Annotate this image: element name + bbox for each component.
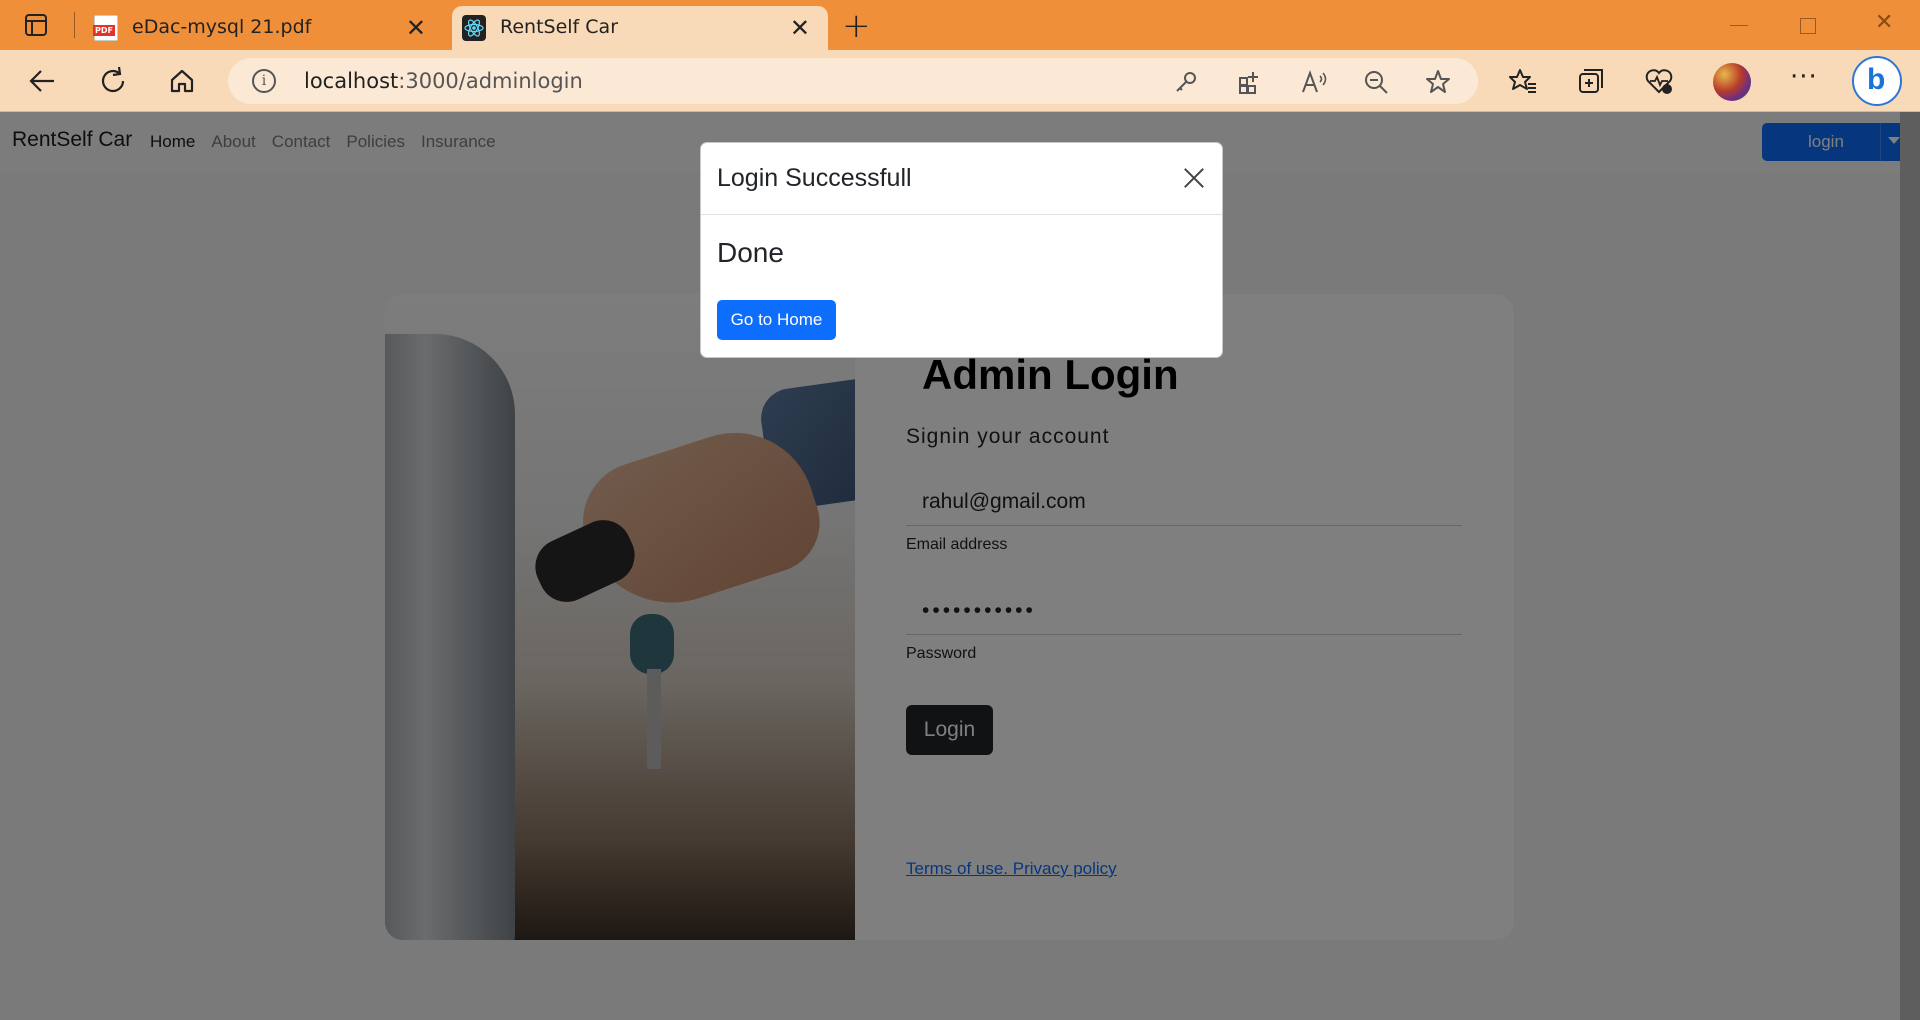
collections-icon[interactable]	[1576, 66, 1606, 96]
go-to-home-button[interactable]: Go to Home	[717, 300, 836, 340]
url-text[interactable]: localhost:3000/adminlogin	[304, 69, 583, 93]
modal-title: Login Successfull	[717, 164, 912, 192]
close-window-icon[interactable]: ✕	[1875, 10, 1893, 35]
new-tab-icon[interactable]: +	[842, 6, 871, 46]
tab-divider	[74, 12, 75, 38]
tab-title: eDac-mysql 21.pdf	[132, 16, 312, 38]
browser-toolbar: i localhost:3000/adminlogin ··· b	[0, 50, 1920, 112]
site-info-icon[interactable]: i	[252, 69, 276, 93]
page-scrollbar[interactable]	[1900, 112, 1920, 1020]
tab-actions-icon[interactable]	[22, 12, 50, 38]
maximize-icon[interactable]	[1800, 10, 1816, 34]
tab-rentself[interactable]: RentSelf Car ✕	[452, 6, 828, 50]
close-tab-icon[interactable]: ✕	[790, 14, 810, 42]
favorites-icon[interactable]	[1508, 66, 1538, 96]
react-icon	[462, 15, 486, 41]
zoom-out-icon[interactable]	[1362, 68, 1390, 96]
browser-essentials-icon[interactable]	[1644, 66, 1674, 96]
login-success-modal: Login Successfull Done Go to Home	[700, 142, 1223, 358]
key-icon[interactable]	[1172, 68, 1200, 96]
tab-title: RentSelf Car	[500, 16, 619, 38]
reload-icon[interactable]	[94, 62, 134, 100]
read-aloud-icon[interactable]	[1300, 68, 1328, 96]
modal-body-text: Done	[717, 237, 784, 268]
address-bar[interactable]: i localhost:3000/adminlogin	[228, 58, 1478, 104]
home-icon[interactable]	[162, 62, 202, 100]
more-options-icon[interactable]: ···	[1790, 62, 1818, 92]
bing-copilot-icon[interactable]: b	[1852, 56, 1902, 106]
minimize-icon[interactable]	[1730, 10, 1748, 26]
pdf-icon: PDF	[93, 15, 118, 41]
favorite-star-icon[interactable]	[1424, 68, 1452, 96]
profile-avatar[interactable]	[1713, 63, 1751, 101]
close-icon[interactable]	[1183, 167, 1205, 189]
close-tab-icon[interactable]: ✕	[406, 14, 426, 42]
modal-header: Login Successfull	[701, 143, 1222, 215]
back-icon[interactable]	[24, 62, 64, 100]
app-available-icon[interactable]	[1236, 68, 1264, 96]
tab-pdf[interactable]: PDF eDac-mysql 21.pdf ✕	[84, 6, 444, 50]
tab-strip: PDF eDac-mysql 21.pdf ✕ RentSelf Car ✕ +…	[0, 0, 1920, 50]
